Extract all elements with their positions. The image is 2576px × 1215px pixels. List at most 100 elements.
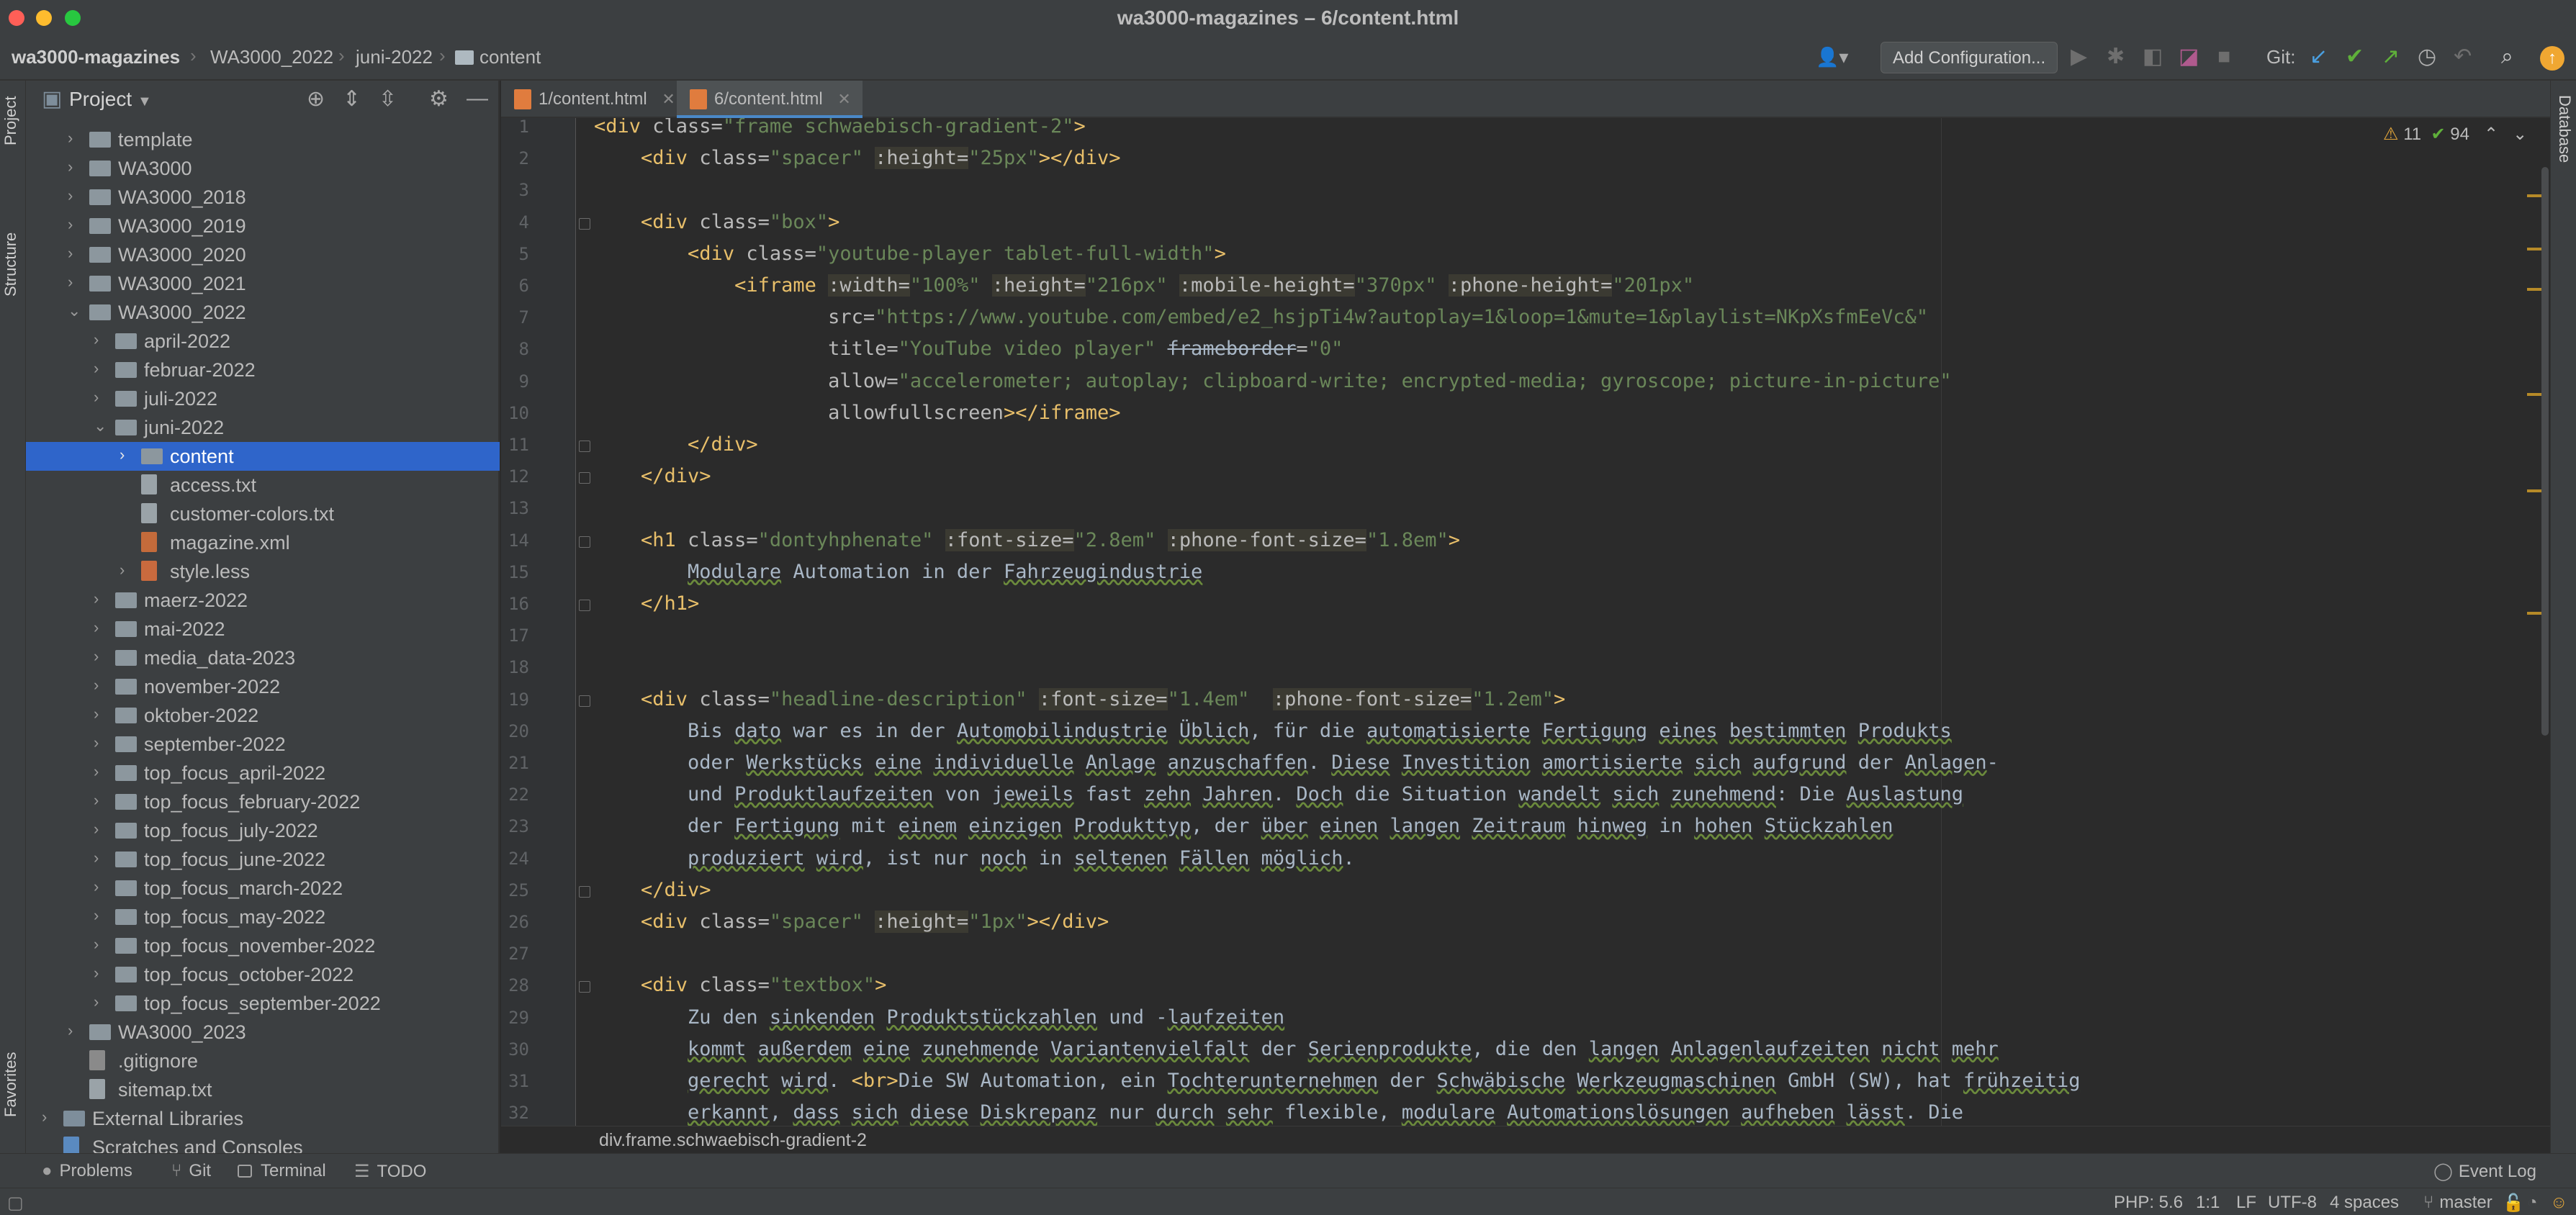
chevron-right-icon[interactable]: › [94, 993, 108, 1011]
profiler-icon[interactable]: ◪ [2179, 46, 2199, 68]
tab-6-content-html[interactable]: 6/content.html ✕ [677, 81, 863, 118]
chevron-right-icon[interactable]: › [120, 561, 134, 579]
warning-marker[interactable] [2527, 393, 2541, 396]
tree-item[interactable]: › top_focus_october-2022 [26, 960, 500, 989]
warning-marker[interactable] [2527, 248, 2541, 250]
close-icon[interactable]: ✕ [837, 90, 850, 108]
event-log-button[interactable]: ◯ Event Log [2433, 1161, 2536, 1182]
chevron-right-icon[interactable]: › [94, 964, 108, 983]
tree-item[interactable]: › februar-2022 [26, 356, 500, 384]
notification-icon[interactable]: ☺ [2550, 1193, 2568, 1213]
search-icon[interactable]: ⌕ [2501, 46, 2513, 68]
fold-toggle[interactable] [579, 695, 590, 707]
breadcrumb-folder[interactable]: content [455, 46, 541, 68]
ide-update-icon[interactable]: ↑ [2540, 46, 2564, 71]
fold-toggle[interactable] [579, 981, 590, 993]
line-separator[interactable]: LF [2236, 1193, 2256, 1213]
warning-marker[interactable] [2527, 288, 2541, 291]
problems-tool-button[interactable]: ● Problems [42, 1161, 132, 1181]
tree-item[interactable]: › juli-2022 [26, 384, 500, 413]
gear-icon[interactable]: ⚙ [429, 86, 449, 112]
chevron-right-icon[interactable]: › [94, 935, 108, 954]
caret-position[interactable]: 1:1 [2196, 1193, 2220, 1213]
git-commit-icon[interactable]: ✔ [2346, 46, 2364, 68]
tree-item[interactable]: access.txt [26, 471, 500, 500]
project-tool-tab[interactable]: Project [1, 96, 20, 145]
database-tool-tab[interactable]: Database [2555, 95, 2574, 163]
expand-all-icon[interactable]: ⇕ [343, 86, 361, 112]
tree-item[interactable]: › top_focus_april-2022 [26, 759, 500, 787]
run-icon[interactable]: ▶ [2071, 46, 2087, 68]
chevron-down-icon[interactable]: ⌄ [94, 417, 108, 435]
tree-item[interactable]: customer-colors.txt [26, 500, 500, 528]
tree-item[interactable]: magazine.xml [26, 528, 500, 557]
user-account-icon[interactable]: 👤▾ [1816, 46, 1848, 68]
coverage-icon[interactable]: ◧ [2143, 46, 2163, 68]
chevron-right-icon[interactable]: › [120, 446, 134, 464]
git-tool-button[interactable]: ⑂ Git [171, 1161, 211, 1181]
tree-item[interactable]: › External Libraries [26, 1104, 500, 1133]
chevron-right-icon[interactable]: › [68, 1021, 82, 1040]
chevron-right-icon[interactable]: › [68, 215, 82, 234]
collapse-all-icon[interactable]: ⇳ [379, 86, 397, 112]
chevron-right-icon[interactable]: › [94, 388, 108, 407]
git-push-icon[interactable]: ↗ [2382, 46, 2400, 68]
tree-item[interactable]: › top_focus_june-2022 [26, 845, 500, 874]
tree-item[interactable]: › top_focus_september-2022 [26, 989, 500, 1018]
structure-tool-tab[interactable]: Structure [1, 232, 20, 297]
fold-toggle[interactable] [579, 472, 590, 484]
chevron-right-icon[interactable]: › [94, 791, 108, 810]
favorites-tool-tab[interactable]: Favorites [1, 1052, 20, 1117]
fold-toggle[interactable] [579, 441, 590, 452]
tree-item[interactable]: › maerz-2022 [26, 586, 500, 615]
terminal-tool-button[interactable]: Terminal [238, 1161, 326, 1181]
scrollbar-thumb[interactable] [2541, 167, 2549, 736]
chevron-down-icon[interactable]: ⌄ [68, 302, 82, 320]
tree-item[interactable]: › top_focus_march-2022 [26, 874, 500, 903]
inspection-widget[interactable]: ⚠ 11 ✔ 94 ⌃ ⌄ [2383, 124, 2527, 145]
tree-item[interactable]: › content [26, 442, 500, 471]
editor-breadcrumb[interactable]: div.frame.schwaebisch-gradient-2 [599, 1130, 867, 1151]
git-rollback-icon[interactable]: ↶ [2454, 46, 2472, 68]
stop-icon[interactable]: ■ [2217, 46, 2230, 68]
chevron-right-icon[interactable]: › [94, 733, 108, 752]
chevron-right-icon[interactable]: › [68, 158, 82, 176]
tree-item[interactable]: .gitignore [26, 1047, 500, 1075]
fold-toggle[interactable] [579, 536, 590, 548]
chevron-right-icon[interactable]: › [94, 676, 108, 695]
tree-item[interactable]: › november-2022 [26, 672, 500, 701]
tree-item[interactable]: ⌄ juni-2022 [26, 413, 500, 442]
chevron-right-icon[interactable]: › [68, 129, 82, 148]
lock-icon[interactable]: 🔓 [2503, 1193, 2524, 1214]
chevron-right-icon[interactable]: › [94, 359, 108, 378]
tree-item[interactable]: › top_focus_february-2022 [26, 787, 500, 816]
hide-panel-icon[interactable]: — [467, 86, 488, 111]
tree-item[interactable]: sitemap.txt [26, 1075, 500, 1104]
tree-item[interactable]: › media_data-2023 [26, 643, 500, 672]
tree-item[interactable]: › template [26, 125, 500, 154]
tab-1-content-html[interactable]: 1/content.html ✕ [501, 81, 687, 118]
warning-marker[interactable] [2527, 194, 2541, 197]
debug-icon[interactable]: ✱ [2107, 46, 2125, 68]
locate-file-icon[interactable]: ⊕ [307, 86, 325, 112]
tree-item[interactable]: › top_focus_may-2022 [26, 903, 500, 931]
warning-marker[interactable] [2527, 612, 2541, 615]
chevron-right-icon[interactable]: › [94, 618, 108, 637]
tree-item[interactable]: › WA3000_2023 [26, 1018, 500, 1047]
code-editor[interactable]: <div class="frame schwaebisch-gradient-2… [577, 118, 2521, 1126]
chevron-right-icon[interactable]: › [68, 186, 82, 205]
chevron-down-icon[interactable]: ⌄ [2513, 125, 2527, 144]
add-configuration-button[interactable]: Add Configuration... [1881, 42, 2058, 73]
memory-indicator-icon[interactable]: ◔ [2527, 1193, 2538, 1213]
chevron-right-icon[interactable]: › [94, 906, 108, 925]
close-icon[interactable]: ✕ [662, 90, 675, 108]
fold-toggle[interactable] [579, 600, 590, 611]
todo-tool-button[interactable]: ☰ TODO [354, 1161, 426, 1182]
chevron-right-icon[interactable]: › [68, 273, 82, 292]
layout-toggle-icon[interactable]: ▢ [7, 1193, 24, 1214]
git-update-icon[interactable]: ↙ [2310, 46, 2328, 68]
chevron-right-icon[interactable]: › [94, 705, 108, 723]
chevron-right-icon[interactable]: › [68, 244, 82, 263]
chevron-right-icon[interactable]: › [42, 1108, 56, 1126]
chevron-right-icon[interactable]: › [94, 820, 108, 839]
